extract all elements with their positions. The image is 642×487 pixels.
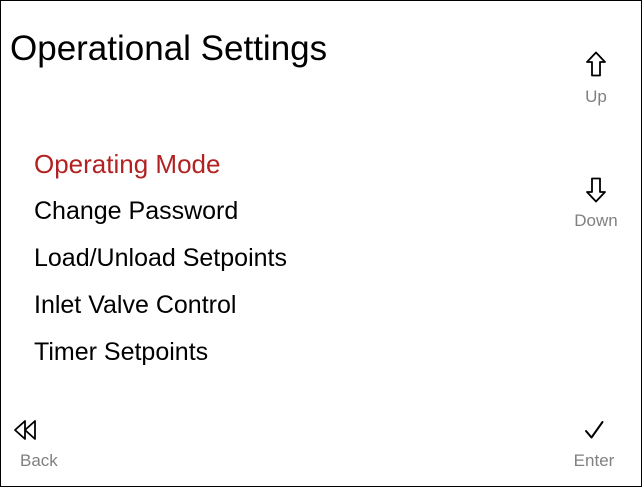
menu-item-load-unload-setpoints[interactable]: Load/Unload Setpoints: [34, 241, 287, 288]
down-button[interactable]: Down: [556, 177, 636, 231]
up-label: Up: [585, 87, 607, 106]
checkmark-icon: [585, 421, 604, 439]
arrow-down-icon: [586, 177, 606, 203]
arrow-up-icon: [586, 51, 606, 77]
enter-label: Enter: [573, 451, 615, 470]
settings-menu: Operating Mode Change Password Load/Unlo…: [34, 147, 287, 382]
back-button[interactable]: Back: [13, 419, 93, 471]
menu-item-timer-setpoints[interactable]: Timer Setpoints: [34, 335, 287, 382]
hmi-screen: Operational Settings Operating Mode Chan…: [0, 0, 642, 487]
down-label: Down: [574, 211, 618, 230]
menu-item-operating-mode[interactable]: Operating Mode: [34, 147, 287, 194]
rewind-icon: [14, 420, 36, 440]
back-label: Back: [20, 451, 58, 470]
menu-item-inlet-valve-control[interactable]: Inlet Valve Control: [34, 288, 287, 335]
menu-item-change-password[interactable]: Change Password: [34, 194, 287, 241]
enter-button[interactable]: Enter: [554, 419, 634, 471]
page-title: Operational Settings: [10, 29, 328, 68]
up-button[interactable]: Up: [556, 51, 636, 107]
